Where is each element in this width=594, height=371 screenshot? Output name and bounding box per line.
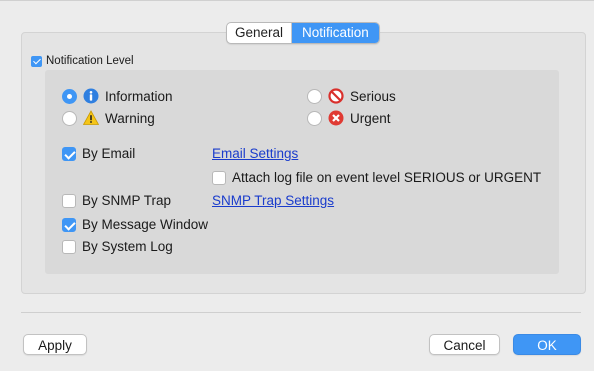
- by-snmp-option[interactable]: By SNMP Trap: [62, 193, 171, 208]
- by-email-label: By Email: [82, 146, 136, 161]
- tab-notification[interactable]: Notification: [292, 23, 379, 43]
- no-entry-icon: [328, 88, 344, 104]
- urgent-label: Urgent: [350, 110, 391, 126]
- apply-button[interactable]: Apply: [23, 334, 87, 355]
- by-email-checkbox[interactable]: [62, 146, 76, 161]
- ok-button[interactable]: OK: [513, 334, 581, 355]
- serious-label: Serious: [350, 88, 396, 104]
- cancel-button[interactable]: Cancel: [429, 334, 500, 355]
- urgent-radio[interactable]: [307, 110, 322, 126]
- by-message-window-checkbox[interactable]: [62, 217, 76, 232]
- by-message-window-label: By Message Window: [82, 217, 209, 232]
- notification-level-toggle[interactable]: Notification Level: [31, 55, 134, 67]
- window-top-border: [0, 0, 594, 1]
- by-email-option[interactable]: By Email: [62, 146, 135, 161]
- by-message-window-option[interactable]: By Message Window: [62, 217, 208, 232]
- information-radio[interactable]: [62, 88, 77, 104]
- by-system-log-option[interactable]: By System Log: [62, 239, 173, 254]
- radio-serious[interactable]: Serious: [307, 88, 396, 104]
- by-system-log-label: By System Log: [82, 239, 173, 254]
- tab-general[interactable]: General: [227, 23, 293, 43]
- snmp-settings-link[interactable]: SNMP Trap Settings: [212, 193, 334, 208]
- attach-log-option[interactable]: Attach log file on event level SERIOUS o…: [212, 170, 541, 185]
- warning-radio[interactable]: [62, 110, 77, 126]
- notification-level-label: Notification Level: [46, 55, 134, 67]
- attach-log-checkbox[interactable]: [212, 170, 226, 185]
- by-snmp-label: By SNMP Trap: [82, 193, 172, 208]
- email-settings-link[interactable]: Email Settings: [212, 146, 298, 161]
- error-x-icon: [328, 110, 344, 126]
- information-label: Information: [105, 88, 173, 104]
- footer-divider: [21, 312, 581, 313]
- radio-urgent[interactable]: Urgent: [307, 110, 391, 126]
- tab-bar: General Notification: [226, 22, 380, 44]
- info-icon: [83, 88, 99, 104]
- attach-log-label: Attach log file on event level SERIOUS o…: [232, 170, 542, 185]
- radio-warning[interactable]: Warning: [62, 110, 155, 126]
- notification-level-checkbox[interactable]: [31, 55, 42, 67]
- serious-radio[interactable]: [307, 88, 322, 104]
- by-system-log-checkbox[interactable]: [62, 239, 76, 254]
- radio-information[interactable]: Information: [62, 88, 173, 104]
- warning-icon: [83, 110, 99, 125]
- warning-label: Warning: [105, 110, 155, 126]
- by-snmp-checkbox[interactable]: [62, 193, 76, 208]
